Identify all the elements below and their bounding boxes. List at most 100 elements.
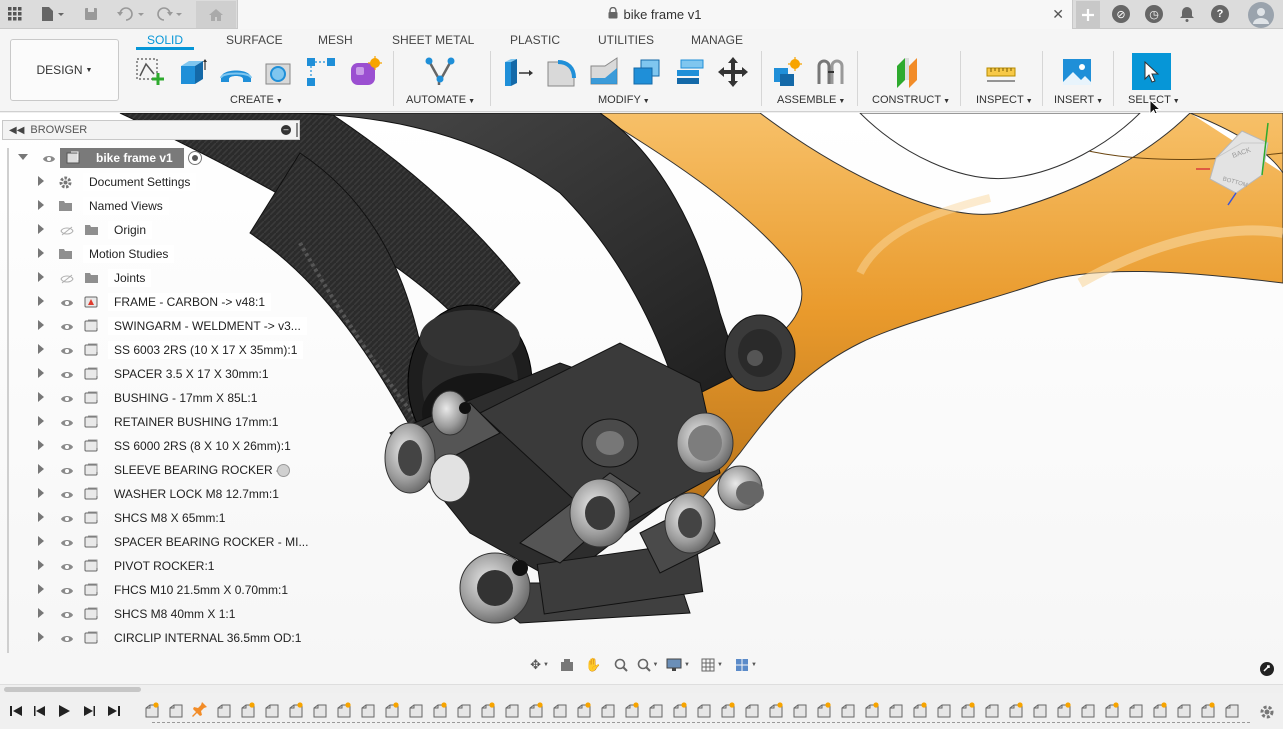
expand-arrow-icon[interactable] (38, 392, 44, 402)
browser-item[interactable]: SLEEVE BEARING ROCKER -... (0, 458, 302, 482)
browser-item[interactable]: RETAINER BUSHING 17mm:1 (0, 410, 302, 434)
browser-item[interactable]: SS 6000 2RS (8 X 10 X 26mm):1 (0, 434, 302, 458)
timeline-feature-icon[interactable] (144, 701, 160, 719)
visibility-eye-icon[interactable] (60, 369, 74, 379)
display-settings-icon[interactable]: ▼ (661, 654, 695, 676)
visibility-eye-icon[interactable] (60, 393, 74, 403)
timeline-feature-icon[interactable] (1152, 701, 1168, 719)
browser-item[interactable]: SHCS M8 40mm X 1:1 (0, 602, 302, 626)
timeline-feature-icon[interactable] (1176, 701, 1192, 719)
expand-arrow-icon[interactable] (38, 272, 44, 282)
visibility-eye-icon[interactable] (60, 537, 74, 547)
grid-settings-icon[interactable]: ▼ (695, 654, 729, 676)
scrollbar-thumb[interactable] (4, 687, 141, 692)
timeline-feature-icon[interactable] (168, 701, 184, 719)
timeline-feature-icon[interactable] (1224, 701, 1240, 719)
pan-icon[interactable]: ✋ (580, 654, 607, 676)
expand-arrow-icon[interactable] (38, 368, 44, 378)
browser-item[interactable]: Motion Studies (0, 242, 302, 266)
save-icon[interactable] (82, 4, 100, 24)
zoom-icon[interactable] (607, 654, 634, 676)
timeline-feature-icon[interactable] (888, 701, 904, 719)
home-tab-icon[interactable] (196, 1, 236, 28)
fillet-icon[interactable] (544, 55, 578, 89)
timeline-feature-icon[interactable] (216, 701, 232, 719)
press-pull-icon[interactable] (501, 55, 535, 89)
timeline-feature-icon[interactable] (1032, 701, 1048, 719)
revolve-icon[interactable] (219, 55, 253, 89)
expand-arrow-icon[interactable] (38, 440, 44, 450)
visibility-eye-icon[interactable] (60, 513, 74, 523)
timeline-feature-icon[interactable] (672, 701, 688, 719)
activate-radio-icon[interactable] (188, 151, 202, 165)
collapse-browser-icon[interactable]: ◀◀ (9, 125, 24, 136)
tab-solid[interactable]: SOLID (147, 33, 183, 47)
timeline-feature-icon[interactable] (744, 701, 760, 719)
timeline-feature-icon[interactable] (576, 701, 592, 719)
new-component-icon[interactable] (770, 55, 804, 89)
apps-grid-icon[interactable] (6, 4, 24, 24)
timeline-feature-icon[interactable] (408, 701, 424, 719)
timeline-feature-icon[interactable] (360, 701, 376, 719)
browser-root-row[interactable]: bike frame v1 (0, 146, 302, 170)
combine-icon[interactable] (673, 55, 707, 89)
tab-surface[interactable]: SURFACE (226, 33, 283, 47)
timeline-feature-icon[interactable] (264, 701, 280, 719)
browser-item[interactable]: BUSHING - 17mm X 85L:1 (0, 386, 302, 410)
timeline-feature-icon[interactable] (240, 701, 256, 719)
timeline-feature-icon[interactable] (1008, 701, 1024, 719)
timeline-feature-icon[interactable] (312, 701, 328, 719)
modify-menu[interactable]: MODIFY ▼ (598, 94, 650, 106)
step-forward-icon[interactable] (81, 703, 97, 719)
expand-arrow-icon[interactable] (38, 344, 44, 354)
close-tab-icon[interactable]: ✕ (1052, 6, 1064, 23)
browser-item[interactable]: SWINGARM - WELDMENT -> v3... (0, 314, 307, 338)
visibility-hidden-icon[interactable] (60, 273, 74, 284)
browser-item[interactable]: FRAME - CARBON -> v48:1 (0, 290, 302, 314)
visibility-eye-icon[interactable] (60, 297, 74, 307)
job-status-icon[interactable]: ◷ (1144, 4, 1164, 24)
timeline-feature-icon[interactable] (720, 701, 736, 719)
visibility-eye-icon[interactable] (60, 465, 74, 475)
visibility-eye-icon[interactable] (60, 633, 74, 643)
expand-arrow-icon[interactable] (38, 296, 44, 306)
browser-item[interactable]: SHCS M8 X 65mm:1 (0, 506, 302, 530)
assemble-menu[interactable]: ASSEMBLE ▼ (777, 94, 845, 106)
select-tool-icon[interactable] (1132, 53, 1171, 90)
timeline-feature-icon[interactable] (1200, 701, 1216, 719)
visibility-eye-icon[interactable] (60, 561, 74, 571)
expand-arrow-icon[interactable] (38, 200, 44, 210)
expand-arrow-icon[interactable] (38, 320, 44, 330)
move-copy-icon[interactable] (716, 55, 750, 89)
browser-item[interactable]: WASHER LOCK M8 12.7mm:1 (0, 482, 302, 506)
browser-item[interactable]: FHCS M10 21.5mm X 0.70mm:1 (0, 578, 302, 602)
browser-item[interactable]: Named Views (0, 194, 302, 218)
insert-image-icon[interactable] (1060, 55, 1094, 89)
visibility-eye-icon[interactable] (60, 321, 74, 331)
tab-mesh[interactable]: MESH (318, 33, 353, 47)
timeline-feature-icon[interactable] (600, 701, 616, 719)
timeline-feature-icon[interactable] (864, 701, 880, 719)
minimize-browser-icon[interactable]: – (281, 125, 291, 135)
visibility-eye-icon[interactable] (60, 609, 74, 619)
fit-zoom-icon[interactable]: ▼ (634, 654, 661, 676)
browser-item[interactable]: SS 6003 2RS (10 X 17 X 35mm):1 (0, 338, 304, 362)
timeline-feature-icon[interactable] (456, 701, 472, 719)
resize-handle[interactable] (296, 123, 298, 137)
viewports-icon[interactable]: ▼ (729, 654, 763, 676)
undo-icon[interactable] (114, 4, 148, 24)
expand-arrow-icon[interactable] (38, 176, 44, 186)
shell-icon[interactable] (630, 55, 664, 89)
expand-arrow-icon[interactable] (38, 248, 44, 258)
workspace-switcher-button[interactable]: DESIGN ▼ (10, 39, 119, 101)
timeline-feature-icon[interactable] (816, 701, 832, 719)
expand-arrow-icon[interactable] (38, 608, 44, 618)
expand-arrow-icon[interactable] (38, 512, 44, 522)
timeline-feature-icon[interactable] (936, 701, 952, 719)
timeline-feature-icon[interactable] (960, 701, 976, 719)
tab-utilities[interactable]: UTILITIES (598, 33, 654, 47)
timeline-feature-icon[interactable] (288, 701, 304, 719)
timeline-feature-icon[interactable] (648, 701, 664, 719)
expand-arrow-icon[interactable] (38, 536, 44, 546)
play-icon[interactable] (56, 703, 72, 719)
